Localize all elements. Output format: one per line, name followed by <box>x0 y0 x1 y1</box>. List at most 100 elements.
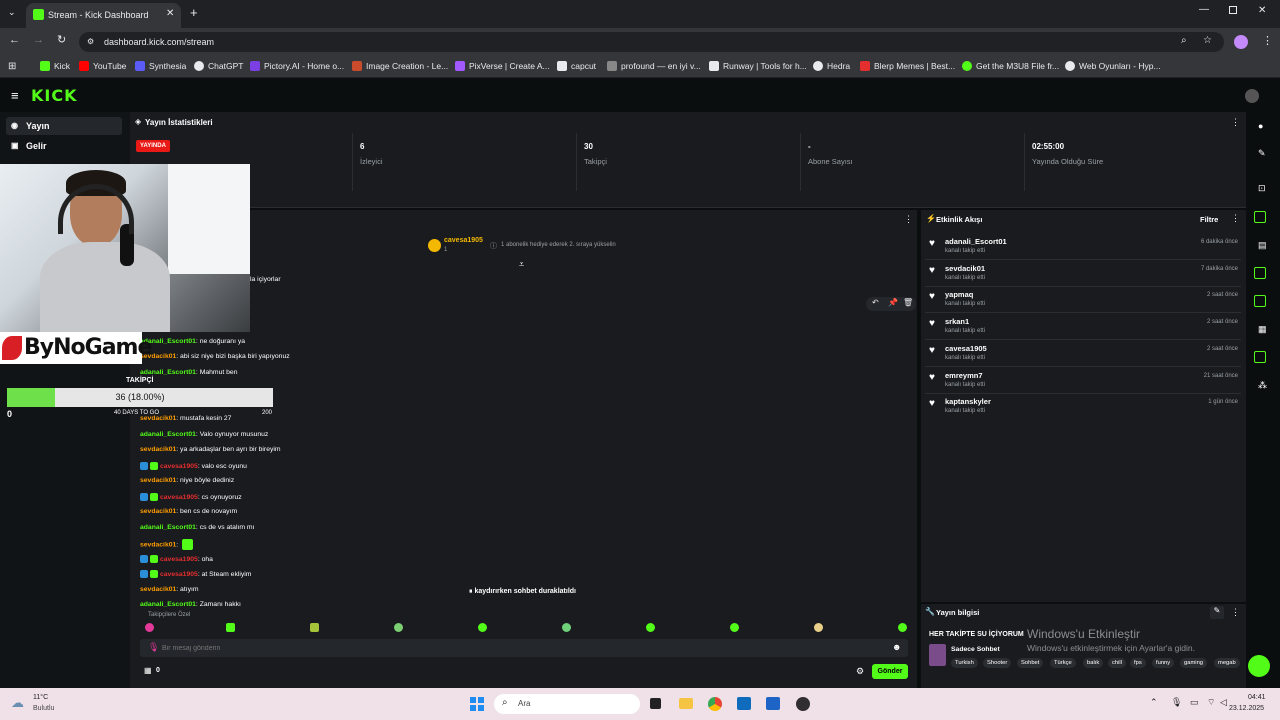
user-avatar[interactable] <box>1245 89 1259 103</box>
chat-message[interactable]: cavesa1905: valo esc oyunu <box>140 462 247 470</box>
chat-message[interactable]: sevdacik01: niye böyle dediniz <box>140 477 234 484</box>
bookmark-web-oyunlari[interactable]: Web Oyunları - Hyp... <box>1079 61 1161 71</box>
chat-username[interactable]: sevdacik01 <box>140 586 176 593</box>
start-button-icon[interactable] <box>470 697 484 711</box>
tab-kick-dashboard[interactable]: Stream - Kick Dashboard ✕ <box>26 3 181 28</box>
stream-tag[interactable]: funny <box>1152 658 1175 668</box>
bookmark-pixverse[interactable]: PixVerse | Create A... <box>469 61 550 71</box>
store-icon[interactable] <box>766 697 780 710</box>
chat-input-box[interactable]: 🎙 ☻ <box>140 639 908 657</box>
chat-rail-icon[interactable] <box>1254 267 1266 279</box>
kick-logo[interactable]: KICK <box>31 86 78 105</box>
bookmark-capcut[interactable]: capcut <box>571 61 596 71</box>
stream-tag[interactable]: Shooter <box>983 658 1012 668</box>
collapse-pinned-icon[interactable]: ⩡ <box>519 259 524 270</box>
emote-icon[interactable] <box>814 623 823 632</box>
emote-icon[interactable] <box>394 623 403 632</box>
emote-icon[interactable] <box>145 623 154 632</box>
new-tab-icon[interactable]: + <box>190 5 198 20</box>
bookmark-pictory[interactable]: Pictory.AI - Home o... <box>264 61 344 71</box>
restore-icon[interactable] <box>1229 6 1237 14</box>
profile-avatar[interactable] <box>1234 35 1248 49</box>
chrome-icon[interactable] <box>708 697 722 711</box>
info-rail-icon[interactable]: ● <box>1258 121 1263 131</box>
sidebar-item-gelir[interactable]: ▣ Gelir <box>6 137 122 155</box>
bookmark-image-creation[interactable]: Image Creation - Le... <box>366 61 448 71</box>
delete-icon[interactable]: 🗑 <box>903 298 913 307</box>
chat-username[interactable]: sevdacik01 <box>140 446 176 453</box>
activity-username[interactable]: sevdacik01 <box>945 264 985 273</box>
chat-message[interactable]: sevdacik01: atıyım <box>140 586 199 593</box>
chat-settings-icon[interactable]: ⚙ <box>856 666 864 677</box>
chat-menu-icon[interactable]: ⋮ <box>904 214 913 225</box>
network-tray-icon[interactable]: ⌔ <box>1207 697 1215 708</box>
pencil-rail-icon[interactable]: ✎ <box>1258 148 1266 159</box>
chat-username[interactable]: adanali_Escort01 <box>140 524 196 531</box>
chat-message[interactable]: adanali_Escort01: Mahmut ben <box>140 369 237 376</box>
document-rail-icon[interactable]: ▤ <box>1258 240 1267 251</box>
bookmark-m3u8[interactable]: Get the M3U8 File fr... <box>976 61 1059 71</box>
sidebar-item-yayin[interactable]: ◉ Yayın <box>6 117 122 135</box>
reload-icon[interactable]: ↻ <box>57 33 66 46</box>
bookmark-runway[interactable]: Runway | Tools for h... <box>723 61 807 71</box>
lightning-rail-icon[interactable] <box>1254 211 1266 223</box>
stream-tag[interactable]: chill <box>1108 658 1126 668</box>
wrench-rail-icon[interactable] <box>1254 351 1266 363</box>
chat-message[interactable]: adanali_Escort01: Valo oynuyor musunuz <box>140 431 268 438</box>
pin-icon[interactable]: 📌 <box>888 298 898 307</box>
emote-icon[interactable] <box>562 623 571 632</box>
emoji-picker-icon[interactable]: ☻ <box>892 642 901 652</box>
url-field[interactable]: ⚙ dashboard.kick.com/stream ⌕ ☆ <box>79 32 1224 52</box>
chat-username[interactable]: cavesa1905 <box>160 571 198 578</box>
emote-icon[interactable] <box>226 623 235 632</box>
taskbar-search[interactable]: ⌕ Ara <box>494 694 640 714</box>
chat-message[interactable]: sevdacik01: <box>140 539 195 550</box>
bookmark-hedra[interactable]: Hedra <box>827 61 850 71</box>
chat-message-input[interactable] <box>162 641 862 655</box>
clock-date[interactable]: 23.12.2025 <box>1229 705 1264 712</box>
tab-list-chevron-icon[interactable]: ⌄ <box>8 7 16 18</box>
forward-icon[interactable]: → <box>33 34 44 46</box>
tab-close-icon[interactable]: ✕ <box>166 8 174 19</box>
emote-icon[interactable] <box>898 623 907 632</box>
emote-icon[interactable] <box>646 623 655 632</box>
send-button[interactable]: Gönder <box>872 664 908 679</box>
edit-icon[interactable]: ✎ <box>1210 606 1224 619</box>
bookmark-chatgpt[interactable]: ChatGPT <box>208 61 243 71</box>
stream-tag[interactable]: Türkçe <box>1050 658 1076 668</box>
chat-message[interactable]: sevdacik01: mustafa kesin 27 <box>140 415 231 422</box>
bookmark-youtube[interactable]: YouTube <box>93 61 126 71</box>
chat-username[interactable]: sevdacik01 <box>140 508 176 515</box>
hamburger-menu-icon[interactable]: ≡ <box>11 88 19 103</box>
stream-tag[interactable]: balık <box>1083 658 1104 668</box>
category-name[interactable]: Sadece Sohbet <box>951 646 1000 653</box>
bookmark-star-icon[interactable]: ☆ <box>1203 35 1212 46</box>
activity-username[interactable]: adanali_Escort01 <box>945 237 1007 246</box>
stream-tag[interactable]: Turkish <box>951 658 978 668</box>
stream-tag[interactable]: megab <box>1214 658 1240 668</box>
chat-username[interactable]: sevdacik01 <box>140 541 176 548</box>
support-chat-button[interactable] <box>1248 655 1270 677</box>
bookmark-synthesia[interactable]: Synthesia <box>149 61 186 71</box>
link-rail-icon[interactable] <box>1254 295 1266 307</box>
chat-message[interactable]: cavesa1905: oha <box>140 555 213 563</box>
tray-chevron-icon[interactable]: ⌃ <box>1150 697 1158 708</box>
chat-message[interactable]: sevdacik01: ben cs de novayım <box>140 508 237 515</box>
outlook-icon[interactable] <box>737 697 751 710</box>
reply-icon[interactable]: ↶ <box>872 298 879 307</box>
chat-users-icon[interactable]: ▦ <box>144 666 152 675</box>
chat-username[interactable]: adanali_Escort01 <box>140 601 196 608</box>
grid-rail-icon[interactable]: ▦ <box>1258 324 1267 335</box>
browser-menu-icon[interactable]: ⋮ <box>1262 34 1273 47</box>
microphone-tray-icon[interactable]: 🎙 <box>1171 697 1182 708</box>
volume-tray-icon[interactable]: ◁ <box>1220 697 1227 708</box>
microphone-icon[interactable]: 🎙 <box>148 642 159 653</box>
camera-rail-icon[interactable]: ⊡ <box>1258 183 1266 194</box>
emote-icon[interactable] <box>730 623 739 632</box>
stats-menu-icon[interactable]: ⋮ <box>1231 117 1240 128</box>
display-tray-icon[interactable]: ▭ <box>1190 697 1199 708</box>
chat-message[interactable]: sevdacik01: ya arkadaşlar ben ayrı bir b… <box>140 446 281 453</box>
chat-username[interactable]: sevdacik01 <box>140 415 176 422</box>
back-icon[interactable]: ← <box>9 34 20 46</box>
chat-message[interactable]: sevdacik01: abi siz niye bizi başka biri… <box>140 353 290 360</box>
